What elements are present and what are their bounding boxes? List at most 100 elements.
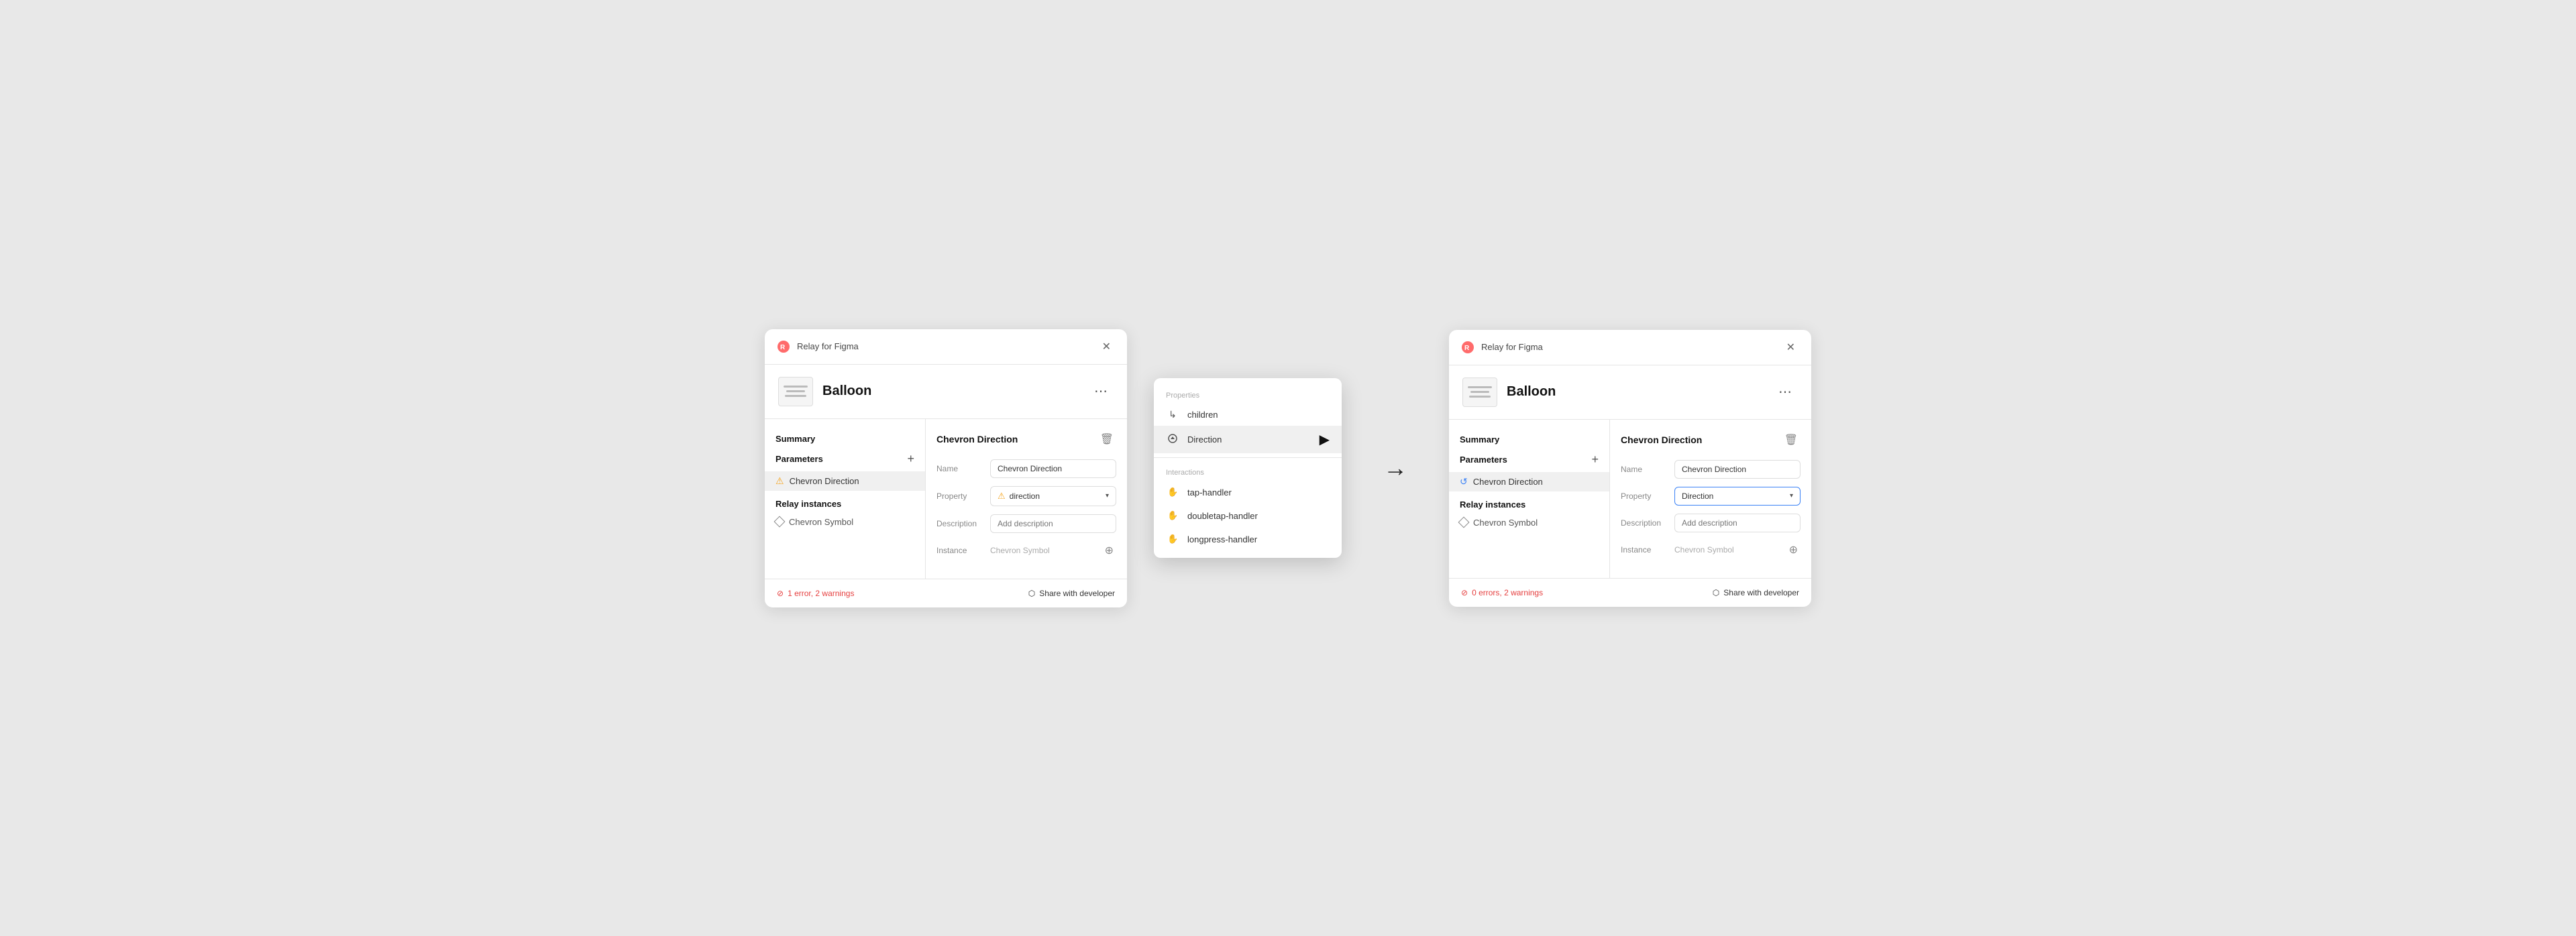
param-item-chevron-direction-1[interactable]: ⚠ Chevron Direction — [765, 471, 925, 491]
close-button-2[interactable]: ✕ — [1782, 339, 1799, 355]
instance-item-1: Chevron Symbol — [765, 513, 925, 531]
instance-field-row-2: Instance Chevron Symbol ⊕ — [1621, 540, 1801, 559]
diamond-icon-2 — [1458, 517, 1470, 528]
component-header-1: Balloon ⋯ — [765, 365, 1127, 419]
add-parameter-button-1[interactable]: + — [907, 452, 914, 466]
sidebar-2: Summary Parameters + ↺ Chevron Direction… — [1449, 420, 1610, 578]
footer-error-1: ⊘ 1 error, 2 warnings — [777, 589, 854, 598]
dropdown-item-tap[interactable]: ✋ tap-handler — [1154, 481, 1342, 504]
warning-icon-1: ⚠ — [775, 475, 784, 487]
delete-button-1[interactable]: 🗑 — [1097, 430, 1116, 449]
property-select-1[interactable]: ⚠ direction ▾ — [990, 486, 1116, 506]
instance-row-2: Chevron Symbol ⊕ — [1674, 540, 1801, 559]
instance-item-2: Chevron Symbol — [1449, 514, 1609, 532]
delete-button-2[interactable]: 🗑 — [1782, 430, 1801, 449]
component-more-button-2[interactable]: ⋯ — [1773, 381, 1798, 403]
name-label-1: Name — [936, 464, 990, 473]
param-item-chevron-direction-2[interactable]: ↺ Chevron Direction — [1449, 472, 1609, 491]
panel-header-1: R Relay for Figma ✕ — [765, 329, 1127, 365]
description-input-1[interactable] — [990, 514, 1116, 533]
detail-pane-1: Chevron Direction 🗑 Name Property ⚠ dire… — [926, 419, 1127, 579]
error-text-1: 1 error, 2 warnings — [788, 589, 854, 598]
longpress-label: longpress-handler — [1187, 534, 1257, 544]
share-button-1[interactable]: ⬡ Share with developer — [1028, 589, 1115, 598]
close-button[interactable]: ✕ — [1098, 339, 1115, 355]
description-field-row-2: Description — [1621, 514, 1801, 532]
panel-footer-2: ⊘ 0 errors, 2 warnings ⬡ Share with deve… — [1449, 578, 1811, 607]
thumb-line-2 — [786, 390, 805, 392]
arrow-icon: → — [1383, 454, 1407, 482]
parameters-title-2: Parameters — [1460, 455, 1507, 465]
description-label-2: Description — [1621, 518, 1674, 528]
add-parameter-button-2[interactable]: + — [1591, 453, 1599, 467]
svg-text:✋: ✋ — [1167, 510, 1178, 520]
panel-footer-1: ⊘ 1 error, 2 warnings ⬡ Share with devel… — [765, 579, 1127, 607]
property-value-1: direction — [1010, 491, 1040, 501]
thumb-line-2-2 — [1470, 391, 1489, 393]
panel-1: R Relay for Figma ✕ Balloon ⋯ Summary Pa… — [765, 329, 1127, 607]
component-header-2: Balloon ⋯ — [1449, 365, 1811, 420]
app-title: Relay for Figma — [797, 341, 859, 351]
crosshair-button-2[interactable]: ⊕ — [1786, 540, 1801, 559]
longpress-icon: ✋ — [1166, 533, 1179, 546]
description-input-2[interactable] — [1674, 514, 1801, 532]
name-input-2[interactable] — [1674, 460, 1801, 479]
component-thumbnail-2 — [1462, 377, 1497, 407]
share-button-2[interactable]: ⬡ Share with developer — [1713, 588, 1799, 597]
panel-2: R Relay for Figma ✕ Balloon ⋯ Summary Pa… — [1449, 330, 1811, 607]
svg-text:R: R — [780, 344, 786, 351]
svg-text:R: R — [1464, 345, 1470, 352]
share-icon-2: ⬡ — [1713, 588, 1719, 597]
error-icon-2: ⊘ — [1461, 588, 1468, 597]
component-thumbnail-1 — [778, 377, 813, 406]
error-icon-1: ⊘ — [777, 589, 784, 598]
description-field-row-1: Description — [936, 514, 1116, 533]
param-label-1: Chevron Direction — [790, 476, 859, 486]
cursor-arrow-icon: ▶ — [1320, 431, 1330, 448]
property-value-2: Direction — [1682, 491, 1713, 501]
property-select-2[interactable]: Direction ▾ — [1674, 487, 1801, 506]
instance-field-label-2: Instance — [1621, 545, 1674, 554]
instance-text-2: Chevron Symbol — [1674, 545, 1734, 554]
component-more-button-1[interactable]: ⋯ — [1089, 380, 1114, 402]
direction-label: Direction — [1187, 434, 1222, 445]
detail-title-2: Chevron Direction — [1621, 434, 1702, 445]
name-input-1[interactable] — [990, 459, 1116, 478]
instance-label-2: Chevron Symbol — [1473, 518, 1538, 528]
instance-row-1: Chevron Symbol ⊕ — [990, 541, 1116, 560]
dropdown-item-children[interactable]: ↳ children — [1154, 404, 1342, 426]
dropdown-item-longpress[interactable]: ✋ longpress-handler — [1154, 528, 1342, 551]
dropdown-item-direction[interactable]: Direction ▶ — [1154, 426, 1342, 453]
detail-header-2: Chevron Direction 🗑 — [1621, 430, 1801, 449]
component-name-2: Balloon — [1507, 384, 1556, 400]
tap-icon: ✋ — [1166, 486, 1179, 499]
property-field-row-2: Property Direction ▾ — [1621, 487, 1801, 506]
panel-body-2: Summary Parameters + ↺ Chevron Direction… — [1449, 420, 1811, 578]
doubletap-icon: ✋ — [1166, 510, 1179, 522]
crosshair-button-1[interactable]: ⊕ — [1102, 541, 1116, 560]
property-label-1: Property — [936, 491, 990, 501]
param-label-2: Chevron Direction — [1473, 477, 1543, 487]
detail-title-1: Chevron Direction — [936, 434, 1018, 445]
dropdown-section-interactions: Interactions — [1154, 462, 1342, 481]
parameters-row-1: Parameters + — [765, 448, 925, 471]
share-label-2: Share with developer — [1723, 588, 1799, 597]
select-chevron-icon-2: ▾ — [1790, 492, 1793, 500]
direction-icon — [1166, 433, 1179, 446]
instance-field-label-1: Instance — [936, 546, 990, 555]
relay-logo-icon: R — [777, 340, 790, 353]
sidebar-1: Summary Parameters + ⚠ Chevron Direction… — [765, 419, 926, 579]
dropdown-area: Properties ↳ children Direction ▶ Intera… — [1154, 378, 1342, 558]
dropdown-divider — [1154, 457, 1342, 458]
warning-dot-1: ⚠ — [998, 491, 1006, 502]
summary-title-1: Summary — [765, 430, 925, 448]
relay-logo-icon-2: R — [1461, 341, 1474, 354]
doubletap-label: doubletap-handler — [1187, 511, 1258, 521]
children-label: children — [1187, 410, 1218, 420]
diamond-icon-1 — [774, 516, 786, 528]
dropdown-item-doubletap[interactable]: ✋ doubletap-handler — [1154, 504, 1342, 528]
children-icon: ↳ — [1166, 409, 1179, 420]
dropdown-section-properties: Properties — [1154, 385, 1342, 404]
panel-header-2: R Relay for Figma ✕ — [1449, 330, 1811, 365]
instance-text-1: Chevron Symbol — [990, 546, 1050, 555]
